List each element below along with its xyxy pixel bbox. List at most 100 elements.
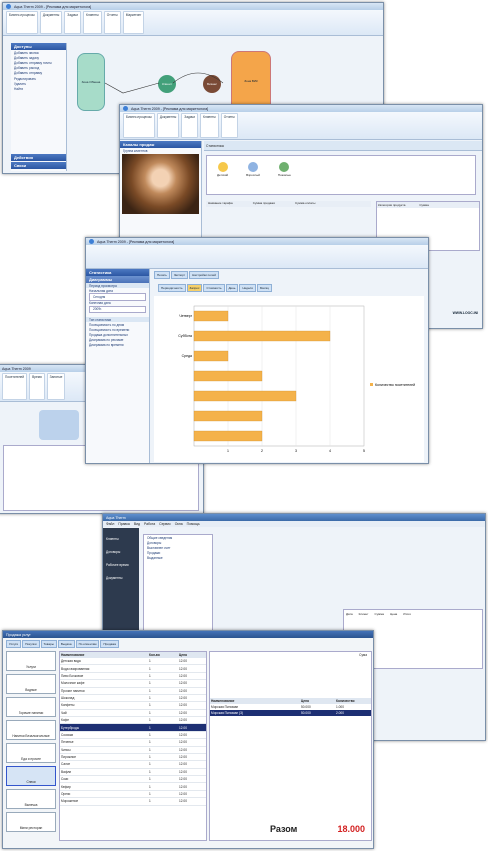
pos-tab[interactable]: По клиентам bbox=[75, 640, 100, 648]
table-row[interactable]: Кофе 1 12.00 bbox=[60, 717, 206, 725]
table-row[interactable]: Конфеты 1 12.00 bbox=[60, 702, 206, 710]
export-button[interactable]: Экспорт bbox=[170, 271, 189, 279]
bar-chart: 1 2 3 4 5 Четверг Суббота Среда Количество посет… bbox=[154, 296, 424, 462]
date-select[interactable]: Сегодня bbox=[89, 293, 146, 301]
ribbon-btn[interactable]: Занятые bbox=[46, 373, 66, 400]
side-nav-button[interactable]: Документы bbox=[103, 576, 139, 581]
category-button[interactable]: Напитки Безалкогольные bbox=[6, 720, 56, 740]
category-item[interactable]: Детский bbox=[217, 162, 228, 188]
cell: Печенье bbox=[61, 740, 74, 745]
ribbon-btn[interactable]: Отчеты bbox=[220, 113, 238, 138]
category-button[interactable]: Мини ресторан bbox=[6, 812, 56, 832]
sidebar-footer-actions[interactable]: Действия bbox=[11, 154, 66, 161]
category-button[interactable]: Снеки bbox=[6, 766, 56, 786]
tree-item[interactable]: Выданные bbox=[144, 556, 212, 561]
pos-tab[interactable]: Товары bbox=[40, 640, 57, 648]
ribbon-btn[interactable]: Отчеты bbox=[103, 11, 121, 34]
table-row[interactable]: Вафли 1 12.00 bbox=[60, 769, 206, 776]
side-nav-button[interactable]: Договоры bbox=[103, 549, 139, 554]
category-item[interactable]: Пожилые bbox=[278, 162, 291, 188]
category-button[interactable]: Услуги bbox=[6, 651, 56, 671]
pos-tab[interactable]: Выдача bbox=[57, 640, 75, 648]
bar bbox=[193, 310, 229, 322]
title-bar[interactable]: Aqua Therm bbox=[103, 514, 485, 521]
side-nav-button[interactable]: Рабочее время bbox=[103, 562, 139, 567]
ribbon-btn[interactable]: Задачи bbox=[181, 113, 198, 138]
app-orb-icon[interactable] bbox=[89, 239, 94, 244]
table-row[interactable]: Сосиски 1 12.00 bbox=[60, 732, 206, 740]
app-orb-icon[interactable] bbox=[6, 4, 11, 9]
menu-item[interactable]: Работа bbox=[144, 522, 155, 526]
window-3[interactable]: Aqua Therm 2009 - [Реклама для маркетоло… bbox=[85, 237, 429, 464]
menu-item[interactable]: Файл bbox=[106, 522, 114, 526]
filter-button[interactable]: Запрос bbox=[186, 284, 203, 292]
table-row[interactable]: Мороженое 1 12.00 bbox=[60, 798, 206, 806]
category-button[interactable]: Горячие напитки bbox=[6, 697, 56, 717]
menu-item[interactable]: Правка bbox=[118, 522, 129, 526]
cell: 2.000 bbox=[336, 711, 344, 715]
table-row[interactable]: Прочие напитки 1 12.00 bbox=[60, 688, 206, 695]
category-button[interactable]: Еда и прочее bbox=[6, 743, 56, 763]
table-row[interactable]: Бутерброды 1 12.00 bbox=[60, 724, 206, 732]
title-bar[interactable]: Aqua Therm 2009 - [Реклама для маркетоло… bbox=[3, 3, 383, 10]
flow-node[interactable]: Зона Обмена bbox=[77, 53, 105, 111]
stat-item[interactable]: Диаграмма по времени bbox=[86, 343, 149, 348]
order-panel: Сума Наименование Цена Количество Морская … bbox=[209, 651, 372, 841]
menu-item[interactable]: Помощь bbox=[187, 522, 200, 526]
table-row[interactable]: Кефир 1 12.00 bbox=[60, 783, 206, 791]
category-button[interactable]: Выпечка bbox=[6, 789, 56, 809]
table-row[interactable]: Пирожное 1 12.00 bbox=[60, 754, 206, 762]
table-row[interactable]: Молочное кафе 1 12.00 bbox=[60, 680, 206, 688]
print-button[interactable]: Печать bbox=[154, 271, 170, 279]
ribbon-btn[interactable]: Бизнес-процессы bbox=[123, 113, 155, 138]
app-orb-icon[interactable] bbox=[123, 106, 128, 111]
ribbon-btn[interactable]: Документы bbox=[39, 11, 63, 34]
ribbon-btn[interactable]: Задачи bbox=[64, 11, 81, 34]
table-row[interactable]: Соки 1 12.00 bbox=[60, 776, 206, 784]
total-value: 18.000 bbox=[337, 824, 365, 834]
pos-tab[interactable]: Продажа bbox=[100, 640, 119, 648]
category-button[interactable]: Водные bbox=[6, 674, 56, 694]
filter-button[interactable]: Месяц bbox=[256, 284, 272, 292]
ribbon-btn[interactable]: Клиенты bbox=[199, 113, 219, 138]
period-select[interactable]: 2009г. bbox=[89, 305, 146, 313]
table-row[interactable]: Шоколад 1 12.00 bbox=[60, 695, 206, 703]
table-row[interactable]: Чай 1 12.00 bbox=[60, 710, 206, 717]
pos-tab[interactable]: Услуги bbox=[6, 640, 22, 648]
title-bar[interactable]: Aqua Therm 2009 - [Реклама для маркетоло… bbox=[86, 238, 428, 245]
tab-statistics[interactable]: Статистика bbox=[206, 144, 224, 148]
cell: Кофе bbox=[61, 718, 70, 723]
filter-button[interactable]: Стоимость bbox=[203, 284, 225, 292]
menu-item[interactable]: Вид bbox=[134, 522, 140, 526]
table-row[interactable]: Пиво Бочковое 1 12.00 bbox=[60, 673, 206, 681]
ribbon-btn[interactable]: Маркетинг bbox=[122, 11, 145, 34]
category-item[interactable]: Взрослый bbox=[246, 162, 260, 188]
table-row[interactable]: Вода газированная 1 12.00 bbox=[60, 665, 206, 673]
table-row[interactable]: Салат 1 12.00 bbox=[60, 761, 206, 769]
window-6[interactable]: Продажа услуг Услуги Покупки Товары Выда… bbox=[2, 630, 374, 849]
pos-tab[interactable]: Покупки bbox=[22, 640, 40, 648]
filter-button[interactable]: День bbox=[225, 284, 239, 292]
table-row[interactable]: Орехи 1 12.00 bbox=[60, 791, 206, 799]
ribbon-btn[interactable]: Бизнес-процессы bbox=[6, 11, 38, 34]
filter-button[interactable]: Неделя bbox=[239, 284, 256, 292]
cell: 1 bbox=[149, 784, 151, 789]
columns-button[interactable]: Настройки полей bbox=[189, 271, 219, 279]
filter-button[interactable]: Периодичность bbox=[158, 284, 186, 292]
menu-item[interactable]: Сервис bbox=[159, 522, 171, 526]
cell: 1 bbox=[149, 799, 151, 804]
table-row[interactable]: Чипсы 1 12.00 bbox=[60, 747, 206, 754]
ribbon-btn[interactable]: Посетителей bbox=[2, 373, 28, 400]
table-row[interactable]: Детская вода 1 12.00 bbox=[60, 658, 206, 666]
title-bar[interactable]: Aqua Therm 2009 - [Реклама для маркетоло… bbox=[120, 105, 482, 112]
ribbon-btn[interactable]: Клиенты bbox=[82, 11, 102, 34]
sidebar-item[interactable]: Найти bbox=[11, 86, 66, 91]
order-row-selected[interactable]: Морская Пиломан (3) 50.000 2.000 bbox=[210, 710, 371, 716]
side-nav-button[interactable]: Клиенты bbox=[103, 536, 139, 541]
title-bar[interactable]: Продажа услуг bbox=[3, 631, 373, 638]
sidebar-footer-links[interactable]: Связи bbox=[11, 162, 66, 169]
ribbon-btn[interactable]: Время bbox=[29, 373, 45, 400]
table-row[interactable]: Печенье 1 12.00 bbox=[60, 739, 206, 747]
menu-item[interactable]: Окна bbox=[175, 522, 183, 526]
ribbon-btn[interactable]: Документы bbox=[156, 113, 180, 138]
